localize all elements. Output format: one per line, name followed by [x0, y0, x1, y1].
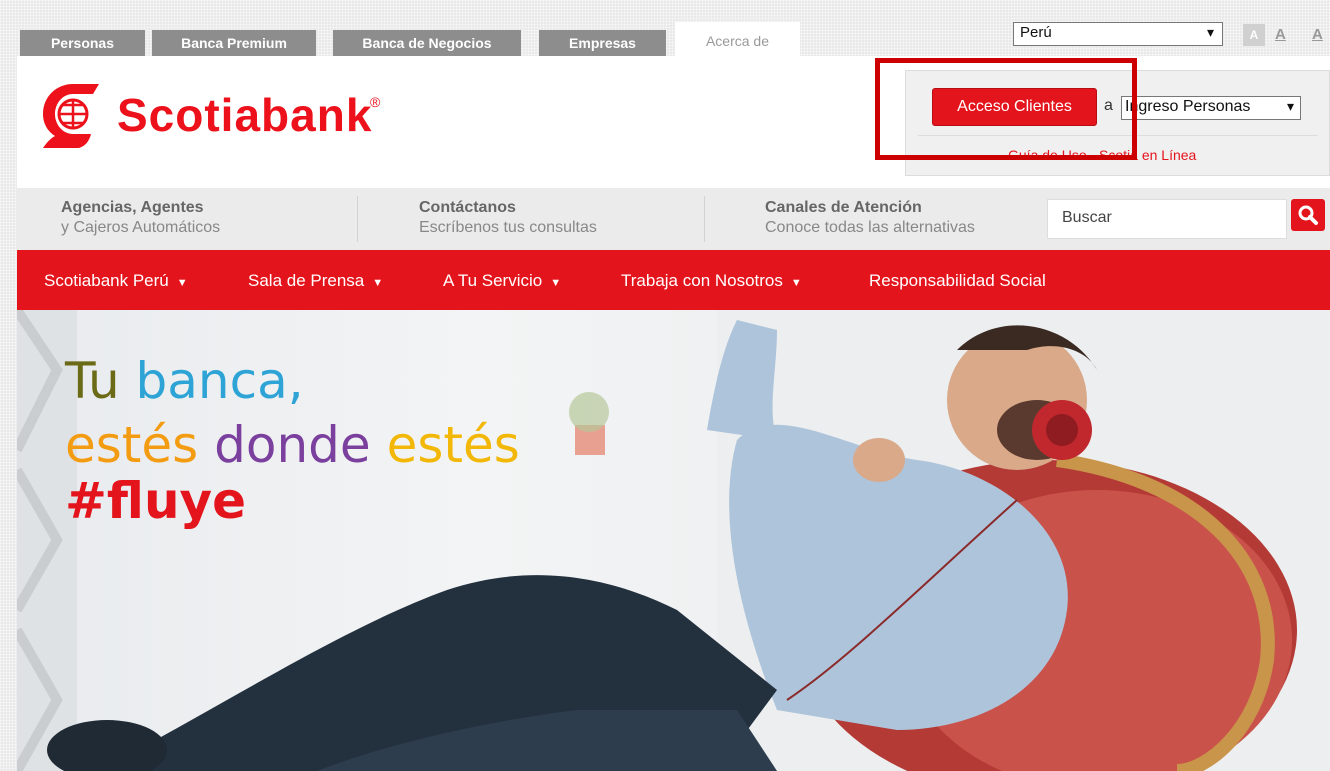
tab-banca-de-negocios[interactable]: Banca de Negocios: [333, 30, 521, 56]
tab-personas[interactable]: Personas: [20, 30, 145, 56]
nav-item-scotiabank-peru[interactable]: Scotiabank Perú ▼: [44, 250, 188, 310]
tab-empresas[interactable]: Empresas: [539, 30, 666, 56]
page-frame: Personas Banca Premium Banca de Negocios…: [17, 0, 1330, 771]
hero-headline-line1: Tu banca,: [65, 352, 304, 410]
caret-down-icon: ▼: [790, 277, 802, 289]
nav-item-responsabilidad-social[interactable]: Responsabilidad Social: [869, 250, 1046, 310]
info-item-title: Contáctanos: [419, 199, 516, 216]
info-item-subtitle: Conoce todas las alternativas: [765, 219, 975, 236]
info-item-title: Canales de Atención: [765, 199, 922, 216]
logo-registered-mark: ®: [370, 94, 381, 110]
country-select[interactable]: Perú ▾: [1013, 22, 1223, 46]
search-input[interactable]: Buscar: [1047, 199, 1287, 239]
hero-banner[interactable]: Tu banca, estés donde estés #fluye: [17, 310, 1330, 771]
client-login-panel: Acceso Clientes a Ingreso Personas ▾ Guí…: [905, 70, 1330, 176]
main-nav: Scotiabank Perú ▼ Sala de Prensa ▼ A Tu Se…: [17, 250, 1330, 310]
chevron-down-icon: ▾: [1206, 24, 1214, 40]
font-size-small-button[interactable]: A: [1243, 24, 1265, 46]
info-item-title: Agencias, Agentes: [61, 199, 204, 216]
hero-word: Tu: [65, 352, 120, 410]
scotiabank-logo-icon[interactable]: [33, 76, 109, 157]
hero-headline-line2: estés donde estés: [65, 416, 520, 474]
info-item-canales[interactable]: Canales de Atención Conoce todas las alt…: [765, 198, 975, 238]
search-icon: [1298, 205, 1318, 225]
nav-item-label: Responsabilidad Social: [869, 271, 1046, 290]
tab-banca-premium[interactable]: Banca Premium: [152, 30, 316, 56]
hero-word: banca,: [135, 352, 304, 410]
caret-down-icon: ▼: [372, 277, 384, 289]
logo-wordmark[interactable]: Scotiabank: [117, 88, 372, 142]
nav-item-sala-de-prensa[interactable]: Sala de Prensa ▼: [248, 250, 383, 310]
nav-item-a-tu-servicio[interactable]: A Tu Servicio ▼: [443, 250, 561, 310]
login-connector-text: a: [1104, 97, 1113, 114]
info-item-agencias[interactable]: Agencias, Agentes y Cajeros Automáticos: [61, 198, 220, 238]
caret-down-icon: ▼: [176, 277, 188, 289]
nav-item-label: Trabaja con Nosotros: [621, 271, 783, 290]
font-size-large-button[interactable]: A: [1312, 26, 1323, 43]
nav-item-label: Sala de Prensa: [248, 271, 365, 290]
info-bar: Agencias, Agentes y Cajeros Automáticos …: [17, 188, 1330, 250]
guide-link[interactable]: Guía de Uso - Scotia en Línea: [1008, 147, 1196, 163]
hero-word: estés: [65, 416, 199, 474]
nav-item-label: A Tu Servicio: [443, 271, 543, 290]
divider: [357, 196, 358, 242]
chevron-down-icon: ▾: [1286, 98, 1294, 114]
acceso-clientes-button[interactable]: Acceso Clientes: [932, 88, 1097, 126]
country-select-value: Perú: [1020, 24, 1052, 41]
tab-acerca-de[interactable]: Acerca de: [675, 22, 800, 56]
nav-item-label: Scotiabank Perú: [44, 271, 169, 290]
info-item-subtitle: Escríbenos tus consultas: [419, 219, 597, 236]
caret-down-icon: ▼: [550, 277, 562, 289]
hero-word: donde: [214, 416, 371, 474]
search-button[interactable]: [1291, 199, 1325, 231]
info-item-contactanos[interactable]: Contáctanos Escríbenos tus consultas: [419, 198, 597, 238]
login-type-select-value: Ingreso Personas: [1125, 98, 1251, 115]
site-header: Scotiabank ® Acceso Clientes a Ingreso P…: [17, 56, 1330, 188]
login-divider: [918, 135, 1318, 136]
info-item-subtitle: y Cajeros Automáticos: [61, 219, 221, 236]
hero-word: estés: [386, 416, 520, 474]
divider: [704, 196, 705, 242]
login-type-select[interactable]: Ingreso Personas ▾: [1121, 96, 1301, 120]
nav-item-trabaja-con-nosotros[interactable]: Trabaja con Nosotros ▼: [621, 250, 802, 310]
hero-hashtag: #fluye: [65, 472, 247, 530]
font-size-medium-button[interactable]: A: [1275, 26, 1286, 43]
